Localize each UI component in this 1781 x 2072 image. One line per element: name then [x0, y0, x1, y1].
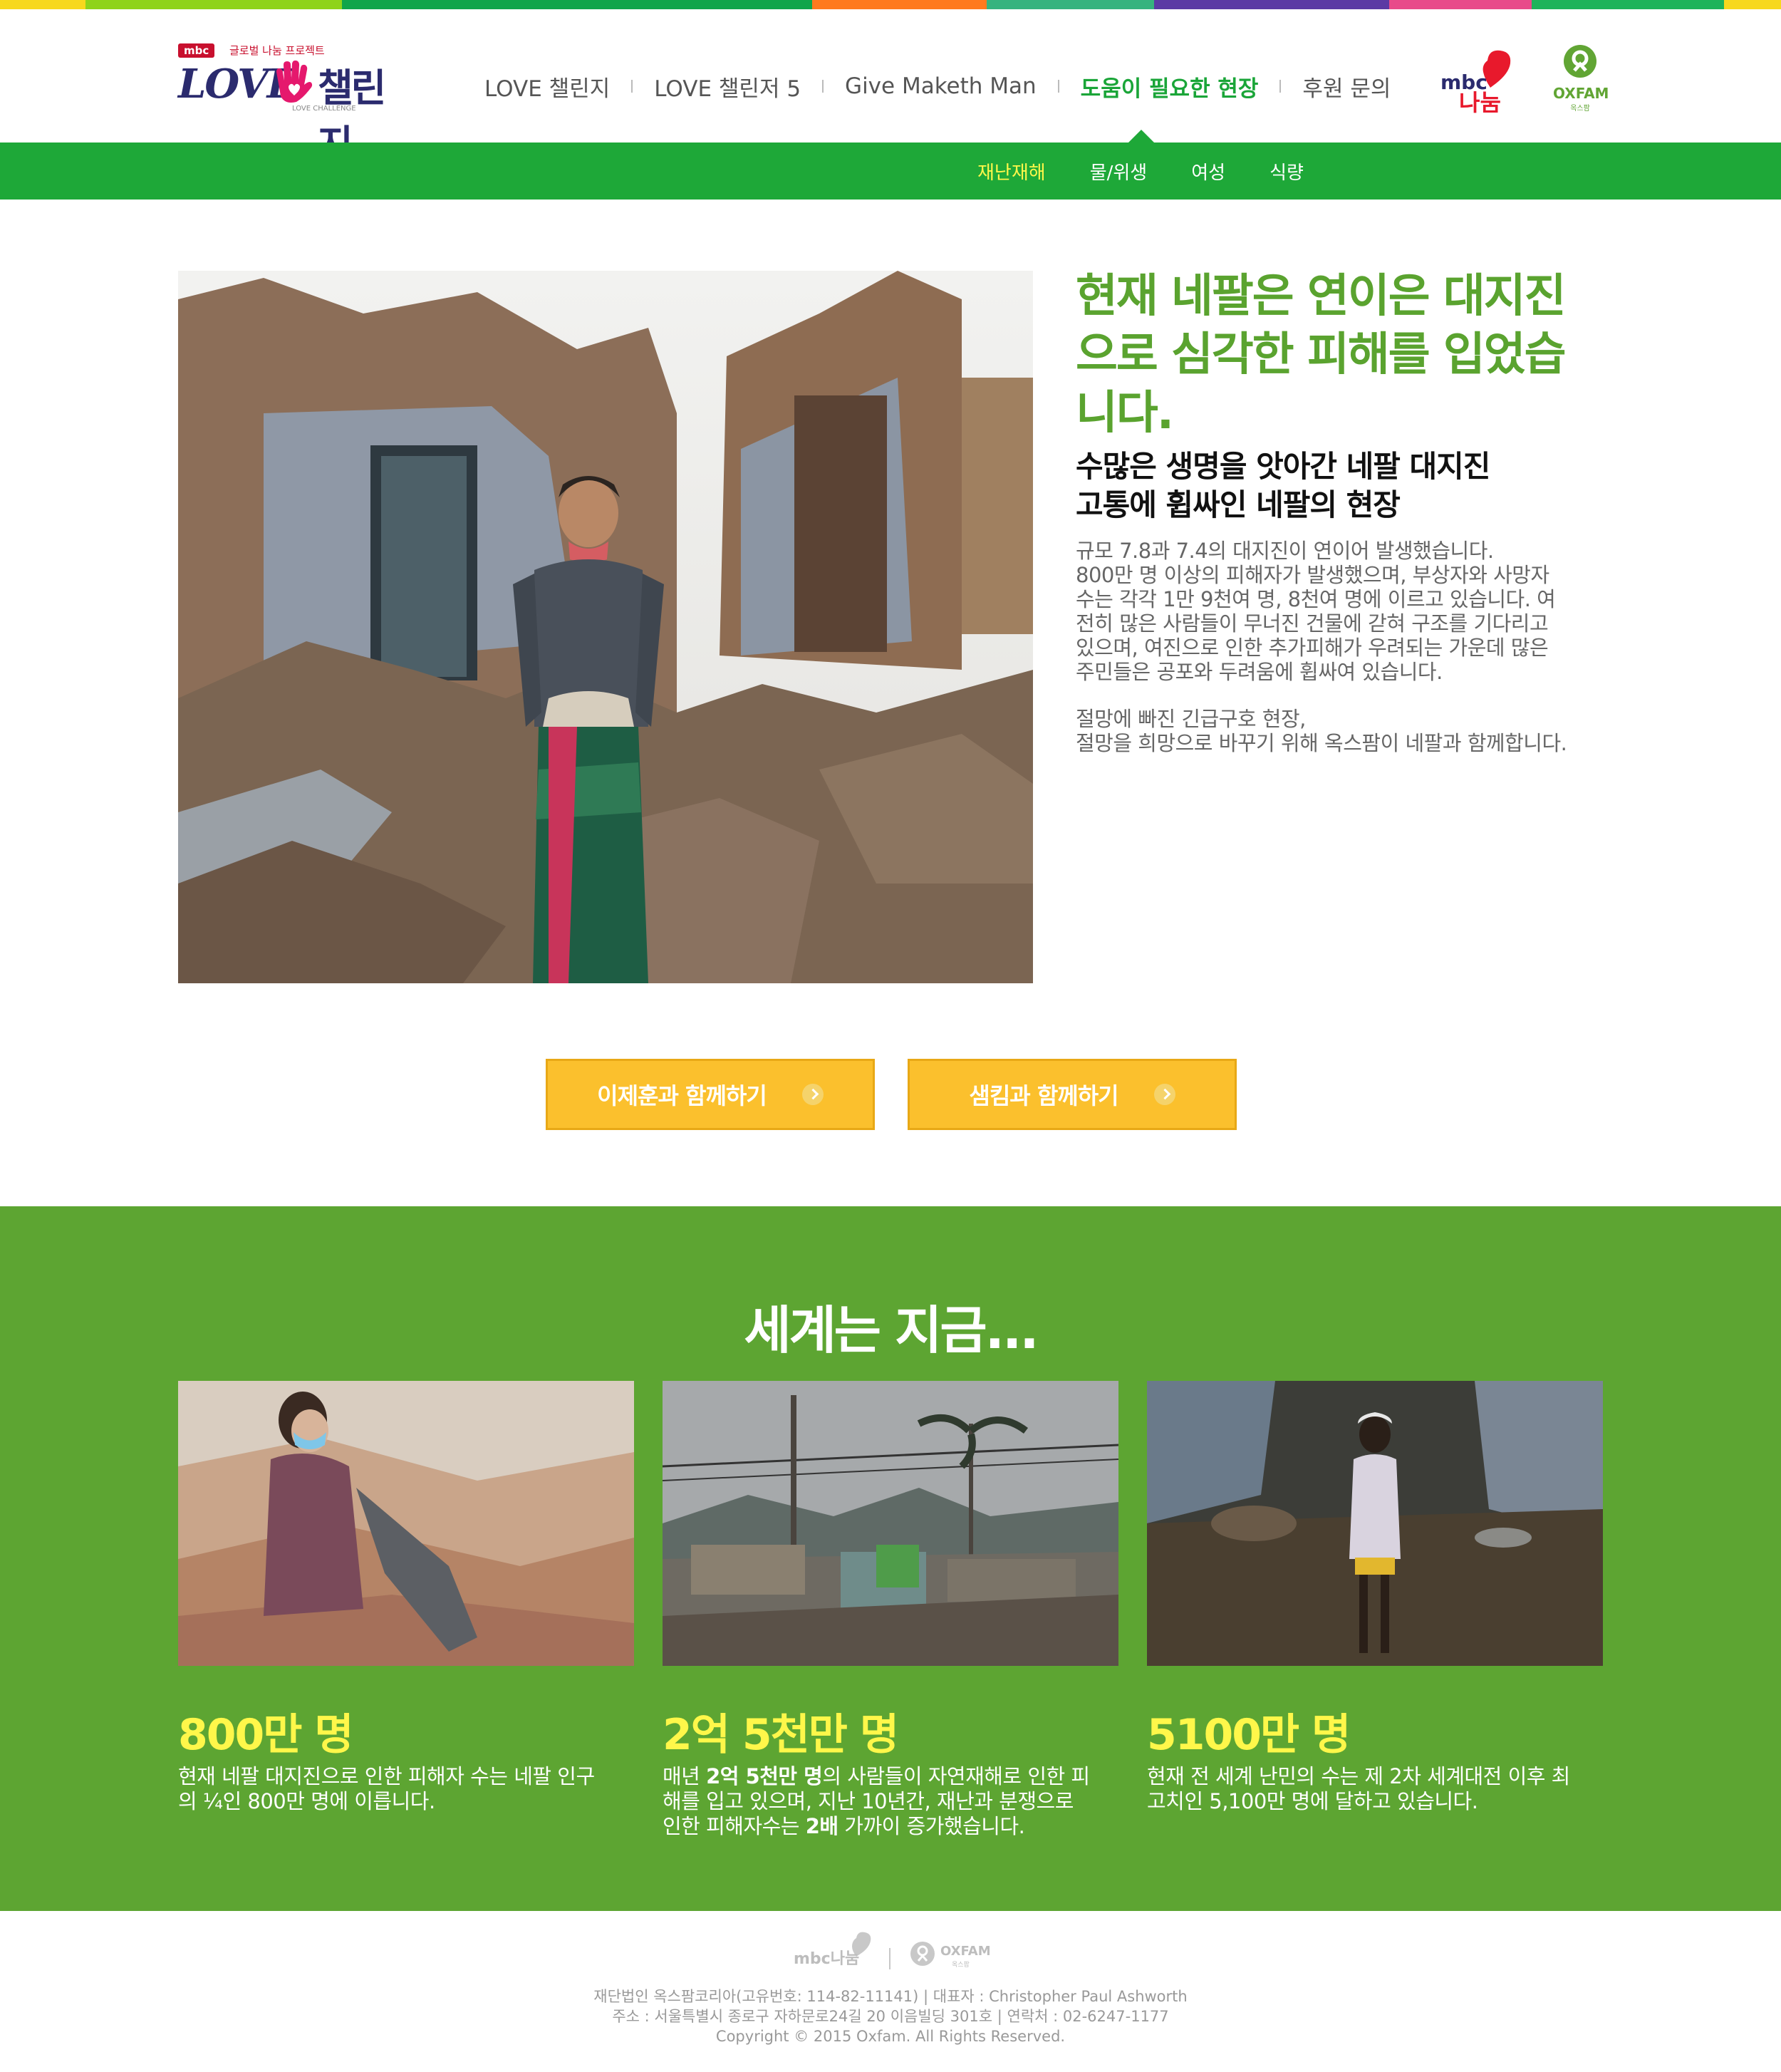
stat-description-line: 의 ¼인 800만 명에 이릅니다. [178, 1789, 435, 1813]
site-header: mbc 글로벌 나눔 프로젝트 LOVE 챌린지 LOVE CHALLENGE … [0, 9, 1781, 167]
world-now-title: 세계는 지금... [744, 1300, 1039, 1360]
nav-love-challenge[interactable]: LOVE 챌린지 [484, 71, 610, 103]
nav-donation-inquiry[interactable]: 후원 문의 [1302, 71, 1391, 103]
arrow-right-icon [1153, 1084, 1175, 1105]
stat-number: 5100만 명 [1147, 1710, 1351, 1760]
refugee-child-photo [1147, 1381, 1603, 1666]
stat-description-line: 매년 2억 5천만 명의 사람들이 자연재해로 인한 피 [663, 1764, 1090, 1788]
feature-headline: 현재 네팔은 연이은 대지진으로 심각한 피해를 입었습니다. [1076, 270, 1567, 440]
join-lee-jehoon-button[interactable]: 이제훈과 함께하기 [546, 1059, 875, 1130]
footer-address: 주소 : 서울특별시 종로구 자하문로24길 20 이음빌딩 301호 | 연락… [612, 2008, 1169, 2025]
stat-description: 현재 전 세계 난민의 수는 제 2차 세계대전 이후 최 고치인 5,100만… [1147, 1764, 1603, 1814]
footer-logos: mbc나눔 OXFAM 옥스팜 [791, 1931, 1004, 1981]
nav-love-challenger-5[interactable]: LOVE 챌린저 5 [654, 71, 801, 103]
stat-description: 현재 네팔 대지진으로 인한 피해자 수는 네팔 인구 의 ¼인 800만 명에… [178, 1764, 634, 1814]
subnav-food[interactable]: 식량 [1269, 158, 1304, 185]
stat-description: 매년 2억 5천만 명의 사람들이 자연재해로 인한 피 해를 입고 있으며, … [663, 1764, 1118, 1839]
feature-paragraph: 규모 7.8과 7.4의 대지진이 연이어 발생했습니다. 800만 명 이상의… [1076, 539, 1617, 684]
feature-subhead-line: 고통에 휩싸인 네팔의 현장 [1076, 487, 1401, 522]
oxfam-logo[interactable]: OXFAM 옥스팜 [1553, 45, 1609, 123]
stat-number: 2억 5천만 명 [663, 1710, 899, 1760]
stat-number: 800만 명 [178, 1710, 354, 1760]
world-now-section: 세계는 지금... 800만 명 현재 네팔 대지진으로 인한 피해자 수는 네… [0, 1206, 1781, 1911]
stat-card-disaster: 2억 5천만 명 매년 2억 5천만 명의 사람들이 자연재해로 인한 피 해를… [663, 1381, 1118, 1839]
logo-tagline: 글로벌 나눔 프로젝트 [229, 44, 325, 57]
join-sam-kim-label: 샘킴과 함께하기 [969, 1082, 1118, 1109]
mbc-badge: mbc [178, 43, 215, 58]
subnav-women[interactable]: 여성 [1191, 158, 1225, 185]
nav-give-maketh-man[interactable]: Give Maketh Man [845, 73, 1037, 99]
stat-description-line: 인한 피해자수는 2배 가까이 증가했습니다. [663, 1814, 1025, 1838]
feature-paragraph-line: 수는 각각 1만 9천여 명, 8천여 명에 이르고 있습니다. 여 [1076, 587, 1556, 611]
typhoon-damage-photo [663, 1381, 1118, 1666]
sub-nav: 재난재해 물/위생 여성 식량 [977, 143, 1348, 200]
nepal-woman-rubble-photo [178, 1381, 634, 1666]
join-lee-jehoon-label: 이제훈과 함께하기 [597, 1082, 767, 1109]
top-color-stripe [0, 0, 1781, 9]
footer-mbc-nanum-logo: mbc나눔 [794, 1950, 859, 1968]
oxfam-label: OXFAM [1553, 85, 1609, 102]
stat-description-line: 고치인 5,100만 명에 달하고 있습니다. [1147, 1789, 1478, 1813]
stat-card-nepal: 800만 명 현재 네팔 대지진으로 인한 피해자 수는 네팔 인구 의 ¼인 … [178, 1381, 634, 1814]
site-footer: mbc나눔 OXFAM 옥스팜 재단법인 옥스팜코리아(고유번호: 114-82… [0, 1911, 1781, 2072]
mbc-nanum-heart-icon: mbc 나눔 [1440, 50, 1511, 116]
feature-paragraph-line: 전히 많은 사람들이 무너진 건물에 갇혀 구조를 기다리고 [1076, 611, 1549, 636]
nav-divider [631, 80, 633, 93]
feature-paragraph-line: 주민들은 공포와 두려움에 휩싸여 있습니다. [1076, 660, 1443, 684]
stat-description-line: 현재 전 세계 난민의 수는 제 2차 세계대전 이후 최 [1147, 1764, 1570, 1788]
footer-oxfam-logo: OXFAM [940, 1944, 991, 1959]
join-sam-kim-button[interactable]: 샘킴과 함께하기 [908, 1059, 1237, 1130]
footer-oxfam-sub: 옥스팜 [952, 1961, 970, 1969]
sub-nav-bar: 재난재해 물/위생 여성 식량 [0, 130, 1781, 200]
love-challenge-logo[interactable]: mbc 글로벌 나눔 프로젝트 LOVE 챌린지 LOVE CHALLENGE [178, 43, 400, 167]
main-nav: LOVE 챌린지 LOVE 챌린저 5 Give Maketh Man 도움이 … [484, 65, 1391, 108]
feature-paragraph-2: 절망에 빠진 긴급구호 현장, 절망을 희망으로 바꾸기 위해 옥스팜이 네팔과… [1076, 707, 1631, 755]
footer-copyright: Copyright © 2015 Oxfam. All Rights Reser… [715, 2028, 1066, 2045]
stat-description-line: 현재 네팔 대지진으로 인한 피해자 수는 네팔 인구 [178, 1764, 595, 1788]
subnav-water-sanitation[interactable]: 물/위생 [1090, 158, 1148, 185]
arrow-right-icon [801, 1084, 824, 1105]
feature-paragraph-line: 절망을 희망으로 바꾸기 위해 옥스팜이 네팔과 함께합니다. [1076, 731, 1567, 755]
feature-subhead: 수많은 생명을 앗아간 네팔 대지진 고통에 휩싸인 네팔의 현장 [1076, 447, 1603, 524]
subnav-disaster[interactable]: 재난재해 [977, 158, 1046, 185]
stat-card-refugees: 5100만 명 현재 전 세계 난민의 수는 제 2차 세계대전 이후 최 고치… [1147, 1381, 1603, 1814]
oxfam-sub-label: 옥스팜 [1570, 105, 1590, 113]
heart-hand-icon [276, 60, 313, 103]
mbc-nanum-bottom-text: 나눔 [1459, 89, 1501, 116]
feature-paragraph-line: 800만 명 이상의 피해자가 발생했으며, 부상자와 사망자 [1076, 563, 1549, 587]
nav-help-needed[interactable]: 도움이 필요한 현장 [1081, 71, 1259, 103]
nav-divider [1279, 80, 1282, 93]
footer-company-info: 재단법인 옥스팜코리아(고유번호: 114-82-11141) | 대표자 : … [593, 1988, 1188, 2005]
logo-challenge-sub: LOVE CHALLENGE [292, 105, 356, 113]
mbc-nanum-logo[interactable]: mbc 나눔 [1438, 45, 1522, 116]
nav-divider [822, 80, 824, 93]
oxfam-icon [1564, 45, 1596, 78]
active-nav-pointer [1128, 130, 1154, 143]
feature-paragraph-line: 있으며, 여진으로 인한 추가피해가 우려되는 가운데 많은 [1076, 636, 1549, 660]
stat-description-line: 해를 입고 있으며, 지난 10년간, 재난과 분쟁으로 [663, 1789, 1074, 1813]
feature-subhead-line: 수많은 생명을 앗아간 네팔 대지진 [1076, 449, 1490, 484]
nepal-earthquake-photo [178, 271, 1033, 983]
feature-paragraph-line: 규모 7.8과 7.4의 대지진이 연이어 발생했습니다. [1076, 539, 1494, 563]
nav-divider [1057, 80, 1059, 93]
feature-paragraph-line: 절망에 빠진 긴급구호 현장, [1076, 707, 1306, 731]
